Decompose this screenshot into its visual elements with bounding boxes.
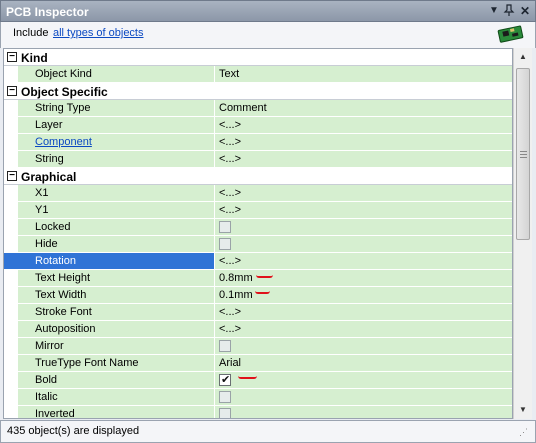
collapse-icon[interactable]: −	[7, 86, 17, 96]
property-row-hide[interactable]: Hide	[4, 236, 512, 253]
property-row-locked[interactable]: Locked	[4, 219, 512, 236]
property-name: Hide	[4, 236, 215, 252]
property-row-bold[interactable]: Bold	[4, 372, 512, 389]
inverted-checkbox[interactable]	[219, 408, 231, 418]
property-value[interactable]: <...>	[216, 321, 512, 337]
property-row-truetype-font-name[interactable]: TrueType Font Name Arial	[4, 355, 512, 372]
locked-checkbox[interactable]	[219, 221, 231, 233]
property-name: Y1	[4, 202, 215, 218]
mirror-checkbox[interactable]	[219, 340, 231, 352]
property-name: String	[4, 151, 215, 167]
property-value[interactable]: 0.1mm	[216, 287, 512, 303]
red-underline-annotation	[256, 275, 273, 278]
property-row-stroke-font[interactable]: Stroke Font <...>	[4, 304, 512, 321]
category-label: Kind	[21, 51, 48, 65]
property-row-y1[interactable]: Y1 <...>	[4, 202, 512, 219]
hide-checkbox[interactable]	[219, 238, 231, 250]
property-name: Object Kind	[4, 66, 215, 82]
bold-checkbox[interactable]	[219, 373, 231, 386]
property-row-component[interactable]: Component <...>	[4, 134, 512, 151]
property-name: String Type	[4, 100, 215, 116]
property-name: Text Height	[4, 270, 215, 286]
property-name: Stroke Font	[4, 304, 215, 320]
filter-bar: Include all types of objects	[0, 22, 536, 48]
component-link[interactable]: Component	[35, 136, 92, 148]
property-row-x1[interactable]: X1 <...>	[4, 185, 512, 202]
property-value[interactable]: Arial	[216, 355, 512, 371]
scroll-up-icon[interactable]: ▲	[514, 48, 532, 66]
italic-checkbox[interactable]	[219, 391, 231, 403]
property-grid: − Kind Object Kind Text − Object Specifi…	[3, 48, 513, 419]
property-value[interactable]: <...>	[216, 304, 512, 320]
property-value[interactable]: Text	[216, 66, 512, 82]
scroll-down-icon[interactable]: ▼	[514, 401, 532, 419]
property-name: Locked	[4, 219, 215, 235]
category-object-specific[interactable]: − Object Specific	[4, 83, 512, 100]
category-graphical[interactable]: − Graphical	[4, 168, 512, 185]
property-name: Italic	[4, 389, 215, 405]
collapse-icon[interactable]: −	[7, 171, 17, 181]
red-underline-annotation	[238, 376, 257, 379]
collapse-icon[interactable]: −	[7, 52, 17, 62]
resize-grip-icon[interactable]: ⋰	[519, 427, 531, 439]
title-bar: PCB Inspector ▼ ✕	[0, 0, 536, 22]
close-icon[interactable]: ✕	[518, 4, 532, 18]
vertical-scrollbar[interactable]: ▲ ▼	[513, 48, 532, 419]
pcb-board-icon	[497, 25, 524, 43]
window-title: PCB Inspector	[6, 5, 89, 19]
property-row-text-width[interactable]: Text Width 0.1mm	[4, 287, 512, 304]
property-value[interactable]: 0.8mm	[216, 270, 512, 286]
property-row-text-height[interactable]: Text Height 0.8mm	[4, 270, 512, 287]
status-text: 435 object(s) are displayed	[7, 425, 140, 437]
category-kind[interactable]: − Kind	[4, 49, 512, 66]
property-value[interactable]: <...>	[216, 134, 512, 150]
property-name: X1	[4, 185, 215, 201]
property-value[interactable]: <...>	[216, 185, 512, 201]
object-type-filter-link[interactable]: all types of objects	[53, 27, 144, 39]
status-bar: 435 object(s) are displayed ⋰	[0, 420, 536, 443]
property-row-italic[interactable]: Italic	[4, 389, 512, 406]
property-name: Text Width	[4, 287, 215, 303]
category-label: Object Specific	[21, 85, 108, 99]
property-name: Inverted	[4, 406, 215, 418]
property-value[interactable]: Comment	[216, 100, 512, 116]
property-name: Rotation	[4, 253, 215, 269]
property-row-object-kind[interactable]: Object Kind Text	[4, 66, 512, 83]
property-name: Layer	[4, 117, 215, 133]
property-row-autoposition[interactable]: Autoposition <...>	[4, 321, 512, 338]
dropdown-icon[interactable]: ▼	[487, 4, 501, 18]
property-value[interactable]: <...>	[216, 151, 512, 167]
scroll-thumb[interactable]	[516, 68, 530, 240]
include-label: Include	[13, 27, 49, 39]
property-name: Component	[4, 134, 215, 150]
property-name: Autoposition	[4, 321, 215, 337]
property-name: TrueType Font Name	[4, 355, 215, 371]
property-name: Mirror	[4, 338, 215, 354]
property-row-string[interactable]: String <...>	[4, 151, 512, 168]
property-row-string-type[interactable]: String Type Comment	[4, 100, 512, 117]
property-value[interactable]: <...>	[216, 253, 512, 269]
property-row-layer[interactable]: Layer <...>	[4, 117, 512, 134]
property-value[interactable]: <...>	[216, 202, 512, 218]
property-row-mirror[interactable]: Mirror	[4, 338, 512, 355]
red-underline-annotation	[255, 291, 270, 294]
property-row-inverted[interactable]: Inverted	[4, 406, 512, 418]
pin-icon[interactable]	[502, 4, 516, 18]
property-value[interactable]: <...>	[216, 117, 512, 133]
category-label: Graphical	[21, 170, 77, 184]
property-name: Bold	[4, 372, 215, 388]
property-row-rotation[interactable]: Rotation <...>	[4, 253, 512, 270]
